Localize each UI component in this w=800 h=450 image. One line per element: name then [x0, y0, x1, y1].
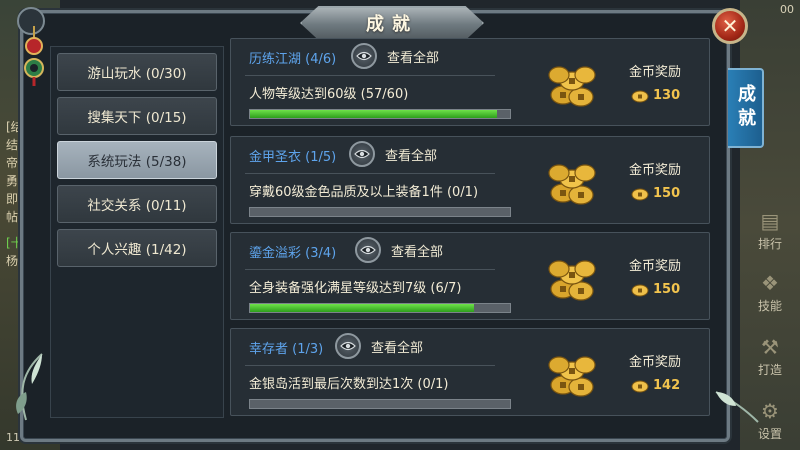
forge-button-label: 打造: [757, 363, 782, 377]
settings-icon: ⚙: [761, 399, 779, 423]
skill-icon: ❖: [761, 271, 779, 295]
progress-bar: [249, 303, 511, 313]
top-right-counter: 00: [780, 3, 794, 16]
gold-coin-icon: [631, 380, 649, 393]
category-item[interactable]: 个人兴趣 (1/42): [57, 229, 217, 267]
eye-icon: [349, 141, 375, 167]
gold-coin-icon: [631, 188, 649, 201]
leaf-ornament-icon: [16, 353, 43, 421]
tab-achievement[interactable]: 成就: [728, 68, 764, 148]
reward-amount: 150: [653, 282, 681, 297]
window-title-plate: 成就: [300, 6, 484, 40]
achievement-title: 金甲圣衣 (1/5): [249, 150, 337, 165]
view-all-button[interactable]: 查看全部: [351, 42, 439, 70]
forge-button[interactable]: ⚒ 打造: [744, 326, 796, 378]
reward-amount: 142: [653, 378, 681, 393]
gold-coin-icon: [631, 284, 649, 297]
view-all-button[interactable]: 查看全部: [355, 236, 443, 264]
rank-button-label: 排行: [757, 237, 782, 251]
eye-icon: [351, 43, 377, 69]
forge-icon: ⚒: [761, 335, 779, 359]
category-label: 社交关系 (0/11): [87, 198, 187, 214]
view-all-label: 查看全部: [385, 148, 438, 164]
view-all-label: 查看全部: [371, 340, 424, 356]
achievement-title: 幸存者 (1/3): [249, 342, 324, 357]
achievement-card: 幸存者 (1/3) 查看全部 金银岛活到最后次数到达1次 (0/1) 金币奖励 …: [230, 328, 710, 416]
rank-icon: ▤: [760, 209, 780, 233]
divider: [245, 173, 495, 174]
category-label: 系统玩法 (5/38): [87, 154, 187, 170]
divider: [245, 75, 495, 76]
view-all-button[interactable]: 查看全部: [335, 332, 423, 360]
achievement-description: 人物等级达到60级 (57/60): [249, 87, 409, 102]
lantern-ornament-icon: [24, 26, 44, 86]
view-all-label: 查看全部: [387, 50, 440, 66]
achievement-card: 历练江湖 (4/6) 查看全部 人物等级达到60级 (57/60) 金币奖励 1…: [230, 38, 710, 126]
close-button[interactable]: ✕: [712, 8, 748, 44]
category-item[interactable]: 游山玩水 (0/30): [57, 53, 217, 91]
rank-button[interactable]: ▤ 排行: [744, 200, 796, 252]
leaf-ornament-icon: [715, 391, 759, 423]
reward-label: 金币奖励: [629, 355, 682, 370]
close-icon: ✕: [721, 14, 739, 38]
reward-label: 金币奖励: [629, 163, 682, 178]
window-title: 成就: [366, 14, 418, 35]
category-label: 游山玩水 (0/30): [87, 66, 187, 82]
achievement-card: 金甲圣衣 (1/5) 查看全部 穿戴60级金色品质及以上装备1件 (0/1) 金…: [230, 136, 710, 224]
progress-bar: [249, 399, 511, 409]
settings-button-label: 设置: [757, 427, 782, 441]
category-label: 个人兴趣 (1/42): [87, 242, 187, 258]
view-all-label: 查看全部: [391, 244, 444, 260]
skill-button-label: 技能: [757, 299, 782, 313]
divider: [245, 269, 495, 270]
divider: [245, 365, 495, 366]
achievement-description: 穿戴60级金色品质及以上装备1件 (0/1): [249, 185, 479, 200]
achievement-title: 鎏金溢彩 (3/4): [249, 246, 337, 261]
gold-coins-icon: [548, 164, 596, 205]
progress-fill: [250, 110, 497, 118]
view-all-button[interactable]: 查看全部: [349, 140, 437, 168]
category-label: 搜集天下 (0/15): [87, 110, 187, 126]
category-item[interactable]: 社交关系 (0/11): [57, 185, 217, 223]
achievement-card: 鎏金溢彩 (3/4) 查看全部 全身装备强化满星等级达到7级 (6/7) 金币奖…: [230, 232, 710, 320]
gold-coin-icon: [631, 90, 649, 103]
achievement-list[interactable]: 历练江湖 (4/6) 查看全部 人物等级达到60级 (57/60) 金币奖励 1…: [230, 38, 712, 430]
progress-fill: [250, 304, 474, 312]
achievement-title: 历练江湖 (4/6): [249, 52, 337, 67]
eye-icon: [355, 237, 381, 263]
gold-coins-icon: [548, 66, 596, 107]
achievement-description: 金银岛活到最后次数到达1次 (0/1): [249, 377, 449, 392]
reward-amount: 150: [653, 186, 681, 201]
achievement-description: 全身装备强化满星等级达到7级 (6/7): [249, 281, 462, 296]
category-menu: 游山玩水 (0/30) 搜集天下 (0/15) 系统玩法 (5/38) 社交关系…: [50, 46, 224, 418]
eye-icon: [335, 333, 361, 359]
reward-label: 金币奖励: [629, 259, 682, 274]
skill-button[interactable]: ❖ 技能: [744, 262, 796, 314]
progress-bar: [249, 207, 511, 217]
progress-bar: [249, 109, 511, 119]
category-item[interactable]: 搜集天下 (0/15): [57, 97, 217, 135]
gold-coins-icon: [548, 260, 596, 301]
gold-coins-icon: [548, 356, 596, 397]
reward-label: 金币奖励: [629, 65, 682, 80]
category-item-active[interactable]: 系统玩法 (5/38): [57, 141, 217, 179]
reward-amount: 130: [653, 88, 681, 103]
